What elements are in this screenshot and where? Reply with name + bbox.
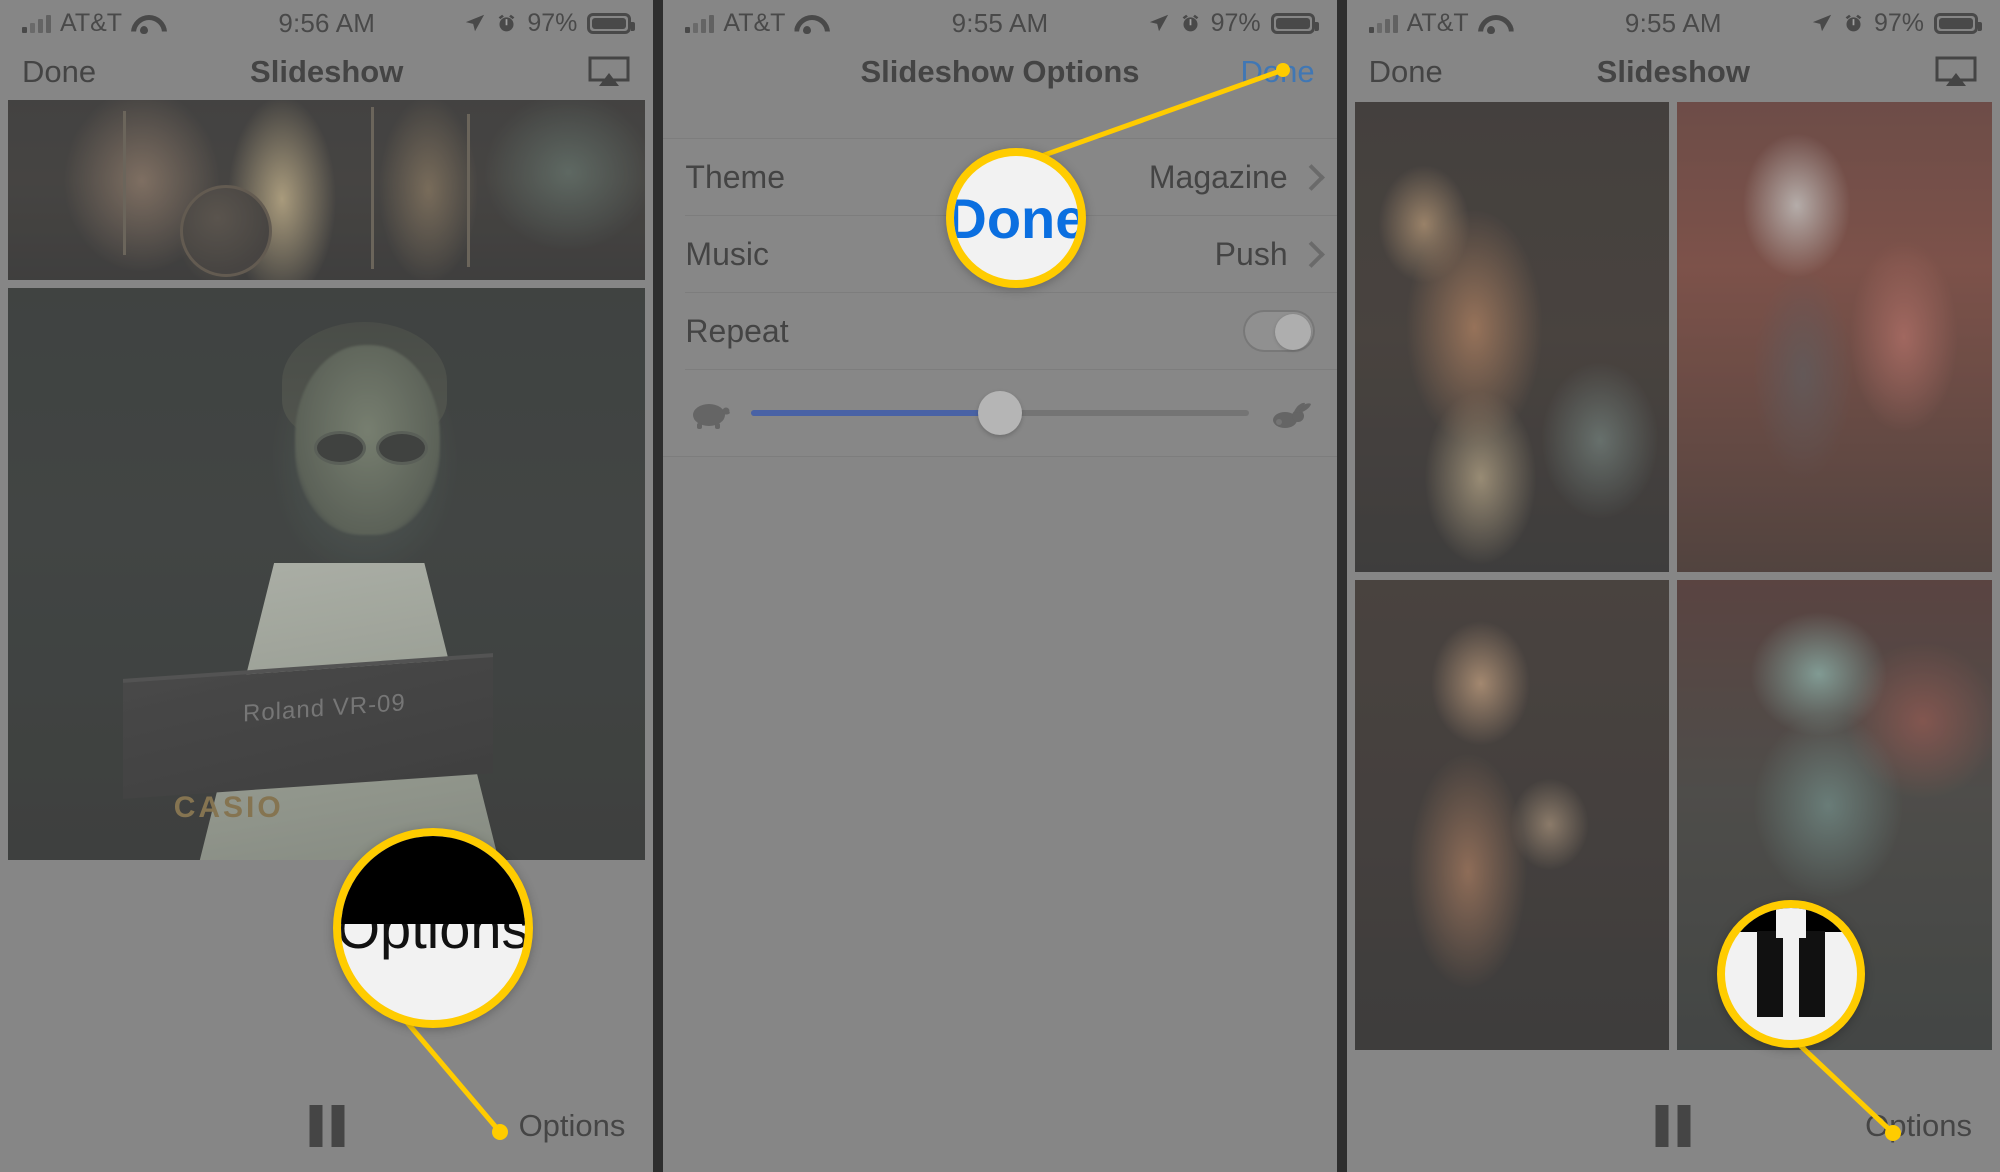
panel-slideshow-options: AT&T 9:55 AM 97% Slideshow Options Done … [663, 0, 1337, 1172]
panel-divider-1 [653, 0, 664, 1172]
options-magnifier: Options [333, 828, 533, 1028]
done-magnifier-label: Done [946, 186, 1087, 250]
panel-slideshow-grid: AT&T 9:55 AM 97% Done Slideshow Options [1346, 0, 2000, 1172]
panel-slideshow-playing: AT&T 9:56 AM 97% Done Slideshow Roland V… [0, 0, 654, 1172]
pause-icon [1756, 931, 1825, 1017]
done-magnifier: Done [946, 148, 1087, 288]
callout-leader-line [1786, 1033, 1901, 1141]
tutorial-screenshot-strip: AT&T 9:56 AM 97% Done Slideshow Roland V… [0, 0, 2000, 1172]
pause-magnifier [1716, 900, 1865, 1048]
panel-divider-2 [1336, 0, 1347, 1172]
callout-leader-line [403, 1018, 508, 1140]
